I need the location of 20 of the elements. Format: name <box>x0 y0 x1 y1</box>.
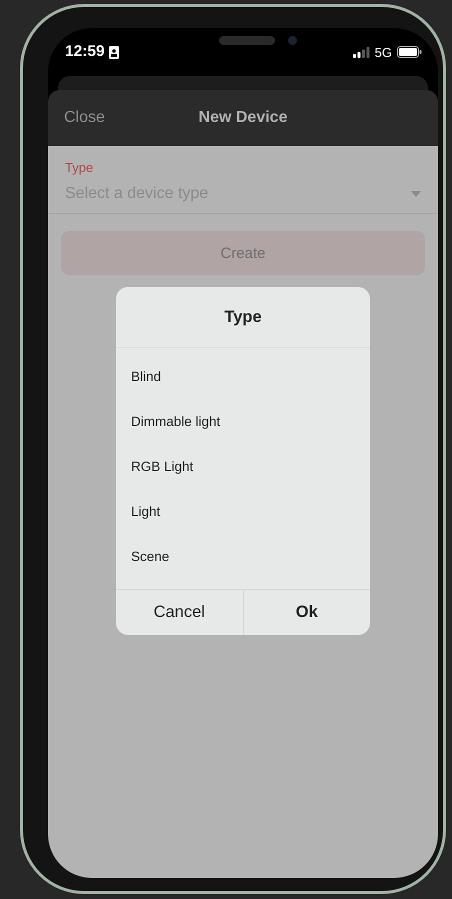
caret-icon <box>411 191 421 197</box>
option-item[interactable]: Light <box>131 489 166 534</box>
option-item[interactable]: Scene <box>131 534 176 579</box>
close-button[interactable]: Close <box>64 109 105 127</box>
create-button: Create <box>61 231 425 275</box>
option-item[interactable]: Blind <box>131 354 168 399</box>
speaker-grille <box>219 36 275 45</box>
signal-icon <box>352 46 370 58</box>
field-label: Type <box>65 160 94 175</box>
status-time: 12:59 <box>65 43 105 61</box>
battery-icon <box>397 46 422 58</box>
sheet-title: New Device <box>198 109 288 126</box>
option-item[interactable]: Dimmable light <box>131 399 226 444</box>
option-item[interactable]: RGB Light <box>131 444 200 489</box>
id-badge-icon <box>108 46 119 58</box>
camera-dot <box>288 36 297 45</box>
dialog-title: Type <box>224 308 262 326</box>
ok-button[interactable]: Ok <box>242 590 370 635</box>
network-label: 5G <box>374 44 392 60</box>
cancel-button[interactable]: Cancel <box>116 590 242 635</box>
